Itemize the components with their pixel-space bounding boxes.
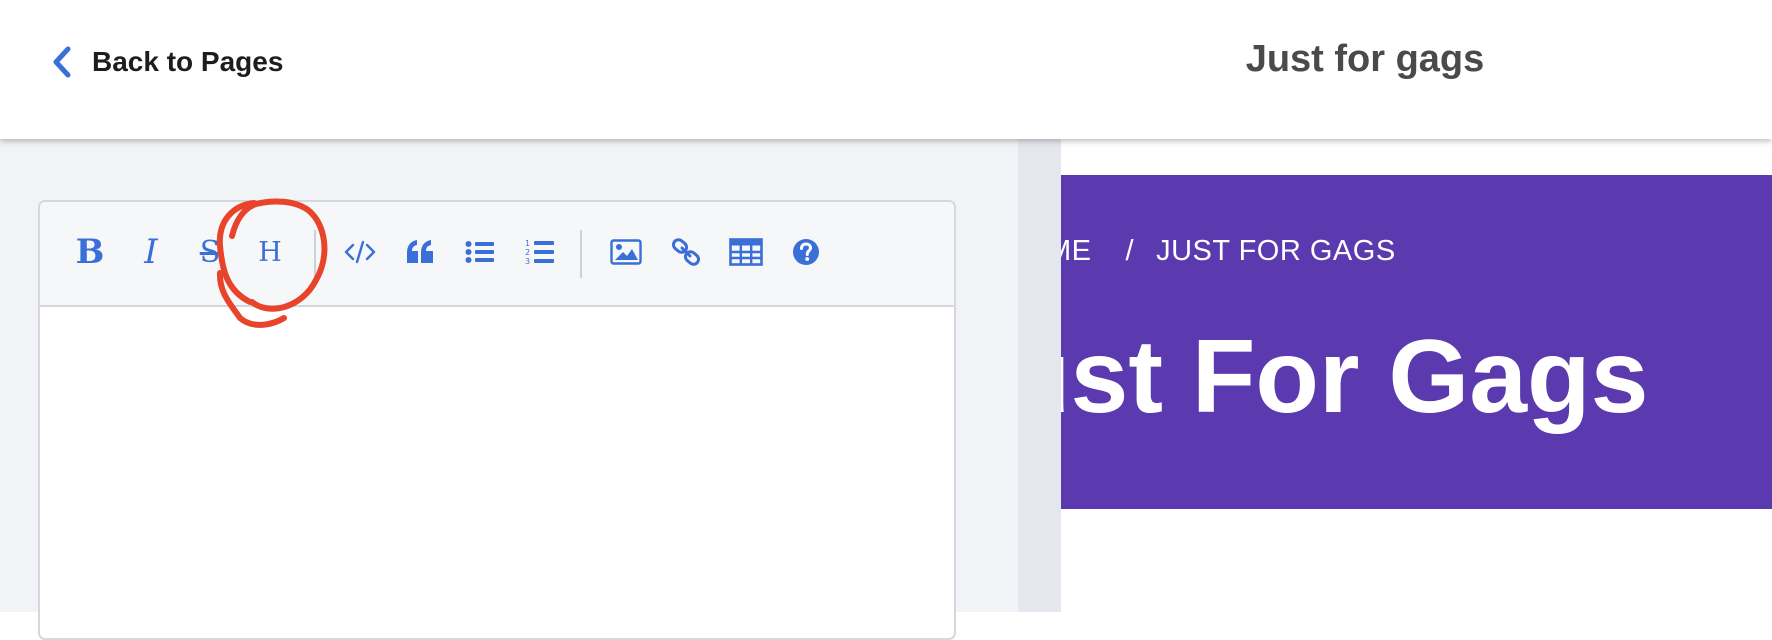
preview-heading: ust For Gags (1061, 319, 1649, 435)
toolbar-separator (580, 230, 582, 278)
top-header: Back to Pages Just for gags (0, 0, 1772, 139)
table-icon (729, 238, 763, 266)
back-to-pages-label: Back to Pages (92, 46, 284, 77)
numbered-list-icon: 1 2 3 (525, 238, 555, 266)
code-icon (344, 240, 376, 264)
help-button[interactable] (786, 230, 826, 274)
svg-text:1: 1 (525, 239, 530, 248)
toolbar-separator (314, 230, 316, 278)
preview-hero: ME / JUST FOR GAGS ust For Gags (1061, 175, 1772, 509)
strikethrough-button[interactable]: S (190, 230, 230, 274)
bold-icon: B (75, 232, 105, 272)
page-preview: ME / JUST FOR GAGS ust For Gags (1061, 175, 1772, 612)
numbered-list-button[interactable]: 1 2 3 (520, 230, 560, 274)
link-button[interactable] (666, 230, 706, 274)
breadcrumb-current: JUST FOR GAGS (1156, 235, 1396, 267)
pane-divider[interactable] (1018, 139, 1061, 612)
italic-icon: I (144, 232, 158, 272)
heading-button[interactable]: H (250, 230, 290, 274)
bold-button[interactable]: B (70, 230, 110, 274)
breadcrumb: ME / JUST FOR GAGS (1061, 235, 1396, 268)
page-title: Just for gags (1245, 38, 1485, 80)
strikethrough-icon: S (199, 234, 221, 270)
markdown-editor: B I S H 1 2 3 (38, 200, 956, 640)
breadcrumb-separator: / (1125, 235, 1135, 267)
quote-button[interactable] (400, 230, 440, 274)
bulleted-list-button[interactable] (460, 230, 500, 274)
code-button[interactable] (340, 230, 380, 274)
help-icon (792, 238, 820, 266)
heading-icon: H (258, 236, 282, 268)
svg-text:3: 3 (525, 257, 530, 266)
quote-icon (405, 239, 435, 265)
image-icon (610, 239, 642, 265)
editor-text-area[interactable] (40, 305, 954, 638)
editor-toolbar: B I S H 1 2 3 (40, 202, 954, 307)
table-button[interactable] (726, 230, 766, 274)
svg-text:2: 2 (525, 248, 530, 257)
image-button[interactable] (606, 230, 646, 274)
italic-button[interactable]: I (131, 230, 171, 274)
link-icon (671, 237, 701, 267)
breadcrumb-home[interactable]: ME (1061, 235, 1092, 267)
chevron-left-icon (52, 46, 72, 78)
bulleted-list-icon (465, 240, 495, 264)
back-to-pages-link[interactable]: Back to Pages (52, 40, 283, 84)
